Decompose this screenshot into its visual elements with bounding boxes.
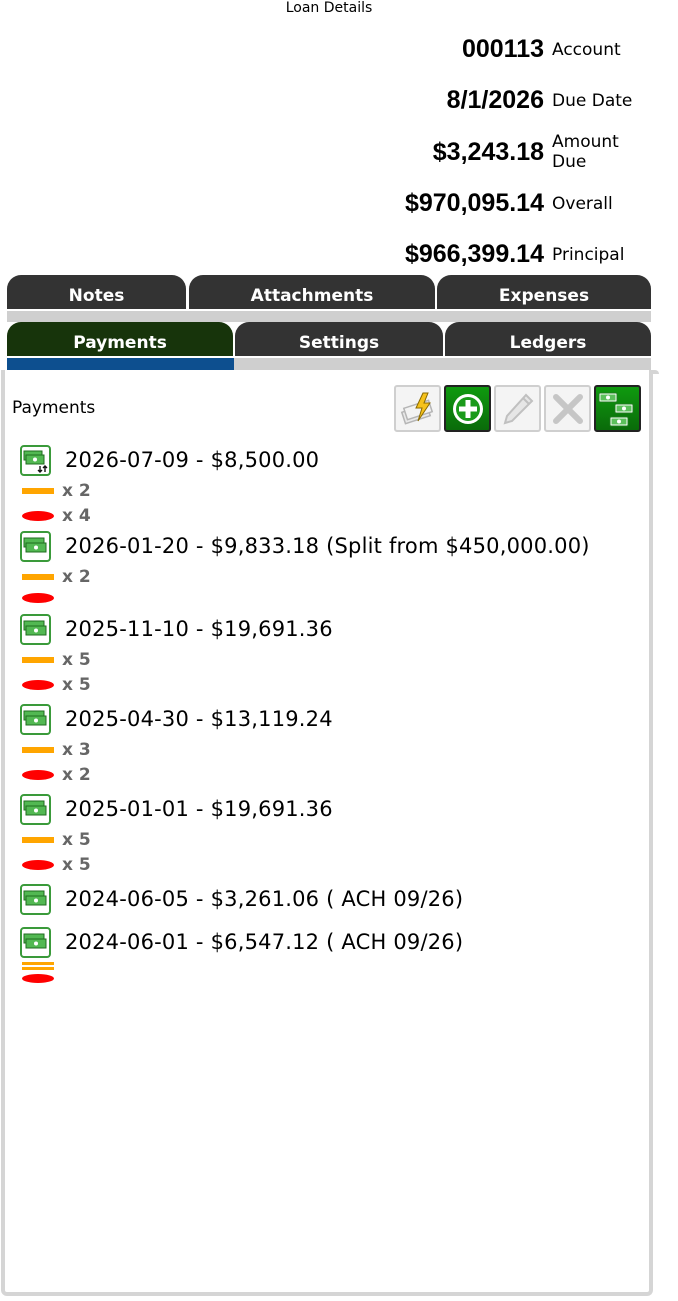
red-marker [22, 974, 54, 983]
money-icon [20, 926, 51, 958]
delete-icon [552, 393, 583, 424]
payment-text: 2024-06-01 - $6,547.12 ( ACH 09/26) [65, 930, 464, 954]
payment-item[interactable]: 2026-07-09 - $8,500.00 x 2 x 4 [20, 442, 650, 528]
tab-settings[interactable]: Settings [235, 322, 443, 356]
orange-count: x 2 [62, 480, 91, 501]
red-marker: x 4 [20, 503, 650, 528]
money-stack-icon [598, 392, 633, 426]
orange-marker [22, 967, 54, 970]
red-count: x 5 [62, 854, 91, 875]
summary-account: 000113 Account [150, 24, 650, 75]
delete-payment-button[interactable] [544, 385, 591, 432]
tab-row-1-divider [7, 311, 651, 322]
add-icon [452, 393, 483, 424]
payment-item[interactable]: 2025-11-10 - $19,691.36 x 5 x 5 [20, 611, 650, 697]
payments-toolbar [394, 385, 641, 432]
payment-text: 2025-01-01 - $19,691.36 [65, 797, 333, 821]
red-count: x 5 [62, 674, 91, 695]
payment-item[interactable]: 2025-04-30 - $13,119.24 x 3 x 2 [20, 701, 650, 787]
tab-notes[interactable]: Notes [7, 275, 186, 309]
principal-value: $966,399.14 [404, 240, 544, 269]
panel-label: Payments [12, 398, 96, 418]
money-icon [20, 703, 51, 735]
money-transfer-icon [20, 444, 51, 476]
tab-expenses[interactable]: Expenses [437, 275, 651, 309]
orange-marker [22, 962, 54, 965]
orange-count: x 5 [62, 649, 91, 670]
stacked-markers [20, 962, 650, 983]
payments-report-button[interactable] [594, 385, 641, 432]
red-marker [20, 589, 650, 607]
edit-icon [503, 393, 533, 424]
auto-pay-icon [400, 392, 433, 425]
account-value: 000113 [461, 35, 544, 64]
orange-marker: x 2 [20, 478, 650, 503]
money-icon [20, 883, 51, 915]
red-count: x 4 [62, 505, 91, 526]
summary-due-date: 8/1/2026 Due Date [150, 75, 650, 126]
summary-amount-due: $3,243.18 Amount Due [150, 127, 650, 178]
red-marker: x 5 [20, 672, 650, 697]
overall-value: $970,095.14 [404, 189, 544, 218]
payments-list: 2026-07-09 - $8,500.00 x 2 x 4 2026-01-2… [20, 442, 650, 983]
payment-text: 2024-06-05 - $3,261.06 ( ACH 09/26) [65, 887, 464, 911]
orange-count: x 3 [62, 739, 91, 760]
money-icon [20, 613, 51, 645]
amount-due-value: $3,243.18 [432, 137, 544, 166]
payment-item[interactable]: 2024-06-05 - $3,261.06 ( ACH 09/26) [20, 881, 650, 917]
payment-text: 2025-04-30 - $13,119.24 [65, 707, 333, 731]
red-marker: x 5 [20, 852, 650, 877]
due-date-value: 8/1/2026 [446, 86, 544, 115]
loan-summary: 000113 Account 8/1/2026 Due Date $3,243.… [150, 24, 650, 280]
payment-text: 2026-01-20 - $9,833.18 (Split from $450,… [65, 534, 590, 558]
red-marker: x 2 [20, 762, 650, 787]
add-payment-button[interactable] [444, 385, 491, 432]
tab-attachments[interactable]: Attachments [189, 275, 435, 309]
page-title: Loan Details [285, 0, 373, 16]
orange-marker: x 2 [20, 564, 650, 589]
money-icon [20, 793, 51, 825]
overall-label: Overall [552, 193, 613, 214]
payment-item[interactable]: 2024-06-01 - $6,547.12 ( ACH 09/26) [20, 924, 650, 983]
summary-overall: $970,095.14 Overall [150, 178, 650, 229]
tab-row-1: Notes Attachments Expenses [7, 275, 651, 311]
auto-pay-button[interactable] [394, 385, 441, 432]
red-count: x 2 [62, 764, 91, 785]
orange-count: x 2 [62, 566, 91, 587]
payment-text: 2026-07-09 - $8,500.00 [65, 448, 320, 472]
orange-marker: x 5 [20, 827, 650, 852]
payment-text: 2025-11-10 - $19,691.36 [65, 617, 333, 641]
orange-marker: x 3 [20, 737, 650, 762]
orange-count: x 5 [62, 829, 91, 850]
principal-label: Principal [552, 244, 625, 265]
amount-due-label: Amount Due [552, 132, 619, 173]
account-label: Account [552, 39, 621, 60]
tab-row-2: Payments Settings Ledgers [7, 322, 651, 358]
edit-payment-button[interactable] [494, 385, 541, 432]
tab-payments[interactable]: Payments [7, 322, 233, 356]
active-tab-indicator [7, 358, 234, 370]
summary-principal: $966,399.14 Principal [150, 229, 650, 280]
payment-item[interactable]: 2025-01-01 - $19,691.36 x 5 x 5 [20, 791, 650, 877]
payment-item[interactable]: 2026-01-20 - $9,833.18 (Split from $450,… [20, 528, 650, 607]
tab-ledgers[interactable]: Ledgers [445, 322, 651, 356]
orange-marker: x 5 [20, 647, 650, 672]
due-date-label: Due Date [552, 90, 633, 111]
money-icon [20, 530, 51, 562]
